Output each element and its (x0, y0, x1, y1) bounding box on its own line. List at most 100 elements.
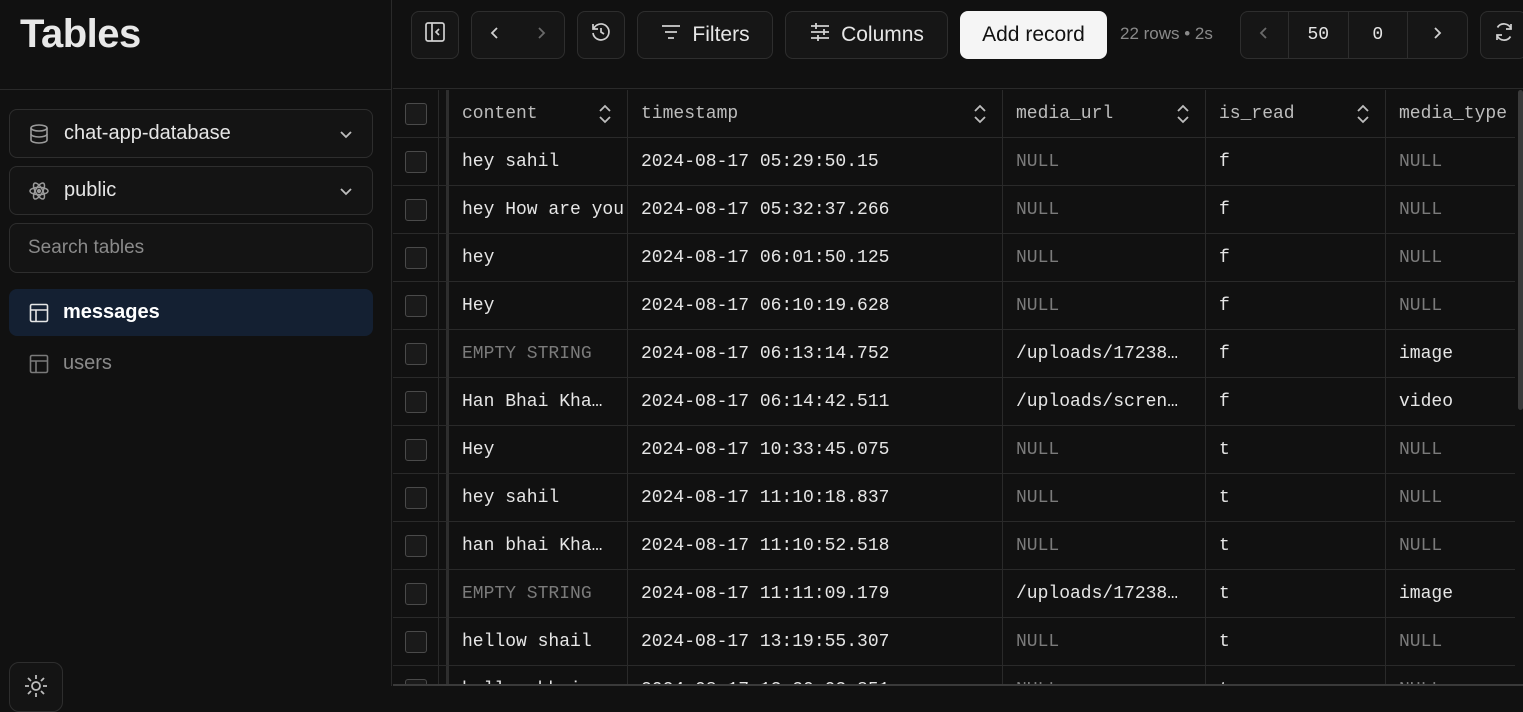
cell-content[interactable]: EMPTY STRING (449, 330, 628, 378)
cell-content[interactable]: hey (449, 234, 628, 282)
row-checkbox[interactable] (404, 342, 427, 365)
row-checkbox[interactable] (404, 534, 427, 557)
cell-media-type[interactable]: NULL (1386, 138, 1515, 186)
filters-button[interactable]: Filters (637, 11, 773, 59)
back-button[interactable] (472, 12, 519, 58)
cell-timestamp[interactable]: 2024-08-17 06:13:14.752 (628, 330, 1003, 378)
cell-is-read[interactable]: f (1206, 234, 1386, 282)
cell-is-read[interactable]: t (1206, 666, 1386, 686)
cell-media-type[interactable]: NULL (1386, 474, 1515, 522)
cell-timestamp[interactable]: 2024-08-17 11:11:09.179 (628, 570, 1003, 618)
cell-content[interactable]: Hey (449, 282, 628, 330)
row-checkbox[interactable] (404, 582, 427, 605)
row-checkbox[interactable] (404, 390, 427, 413)
cell-content[interactable]: hellow shail (449, 618, 628, 666)
cell-timestamp[interactable]: 2024-08-17 11:10:18.837 (628, 474, 1003, 522)
row-checkbox[interactable] (404, 198, 427, 221)
cell-media-url[interactable]: NULL (1003, 282, 1206, 330)
row-checkbox[interactable] (404, 294, 427, 317)
cell-is-read[interactable]: t (1206, 474, 1386, 522)
cell-media-type[interactable]: NULL (1386, 282, 1515, 330)
cell-is-read[interactable]: f (1206, 282, 1386, 330)
cell-media-type[interactable]: image (1386, 330, 1515, 378)
cell-media-url[interactable]: NULL (1003, 474, 1206, 522)
cell-content[interactable]: Han Bhai Kha… (449, 378, 628, 426)
cell-media-type[interactable]: NULL (1386, 522, 1515, 570)
forward-button[interactable] (519, 12, 565, 58)
cell-media-type[interactable]: video (1386, 378, 1515, 426)
cell-timestamp[interactable]: 2024-08-17 05:29:50.15 (628, 138, 1003, 186)
cell-media-url[interactable]: /uploads/17238… (1003, 330, 1206, 378)
cell-content[interactable]: hey How are you (449, 186, 628, 234)
cell-media-type[interactable]: NULL (1386, 426, 1515, 474)
cell-timestamp[interactable]: 2024-08-17 06:14:42.511 (628, 378, 1003, 426)
cell-media-type[interactable]: NULL (1386, 186, 1515, 234)
column-header-is-read[interactable]: is_read (1206, 90, 1386, 138)
cell-timestamp[interactable]: 2024-08-17 11:10:52.518 (628, 522, 1003, 570)
column-header-media-url[interactable]: media_url (1003, 90, 1206, 138)
cell-content[interactable]: hellow bhai (449, 666, 628, 686)
cell-media-type[interactable]: image (1386, 570, 1515, 618)
sort-icon[interactable] (972, 103, 988, 125)
cell-content[interactable]: Hey (449, 426, 628, 474)
cell-media-url[interactable]: /uploads/17238… (1003, 570, 1206, 618)
next-page-button[interactable] (1406, 12, 1467, 58)
cell-is-read[interactable]: t (1206, 426, 1386, 474)
cell-media-url[interactable]: NULL (1003, 186, 1206, 234)
vertical-scrollbar[interactable] (1518, 90, 1523, 410)
cell-media-type[interactable]: NULL (1386, 666, 1515, 687)
row-checkbox[interactable] (404, 150, 427, 173)
sort-icon[interactable] (597, 103, 613, 125)
settings-button[interactable] (9, 662, 63, 712)
sidebar-item-messages[interactable]: messages (9, 289, 373, 336)
cell-is-read[interactable]: f (1206, 378, 1386, 426)
sort-icon[interactable] (1175, 103, 1191, 125)
cell-media-url[interactable]: NULL (1003, 618, 1206, 666)
cell-is-read[interactable]: f (1206, 186, 1386, 234)
schema-select[interactable]: public (9, 166, 373, 215)
sort-icon[interactable] (1355, 103, 1371, 125)
cell-media-type[interactable]: NULL (1386, 234, 1515, 282)
cell-is-read[interactable]: t (1206, 522, 1386, 570)
row-checkbox[interactable] (404, 630, 427, 653)
cell-timestamp[interactable]: 2024-08-17 05:32:37.266 (628, 186, 1003, 234)
cell-content[interactable]: han bhai Kha… (449, 522, 628, 570)
cell-content[interactable]: hey sahil (449, 138, 628, 186)
cell-content[interactable]: hey sahil (449, 474, 628, 522)
cell-is-read[interactable]: t (1206, 618, 1386, 666)
cell-timestamp[interactable]: 2024-08-17 13:20:03.851 (628, 666, 1003, 686)
toggle-sidebar-button[interactable] (411, 11, 459, 59)
refresh-button[interactable] (1480, 11, 1523, 59)
cell-content[interactable]: EMPTY STRING (449, 570, 628, 618)
cell-media-type[interactable]: NULL (1386, 618, 1515, 666)
cell-timestamp[interactable]: 2024-08-17 13:19:55.307 (628, 618, 1003, 666)
history-button[interactable] (577, 11, 625, 59)
cell-media-url[interactable]: NULL (1003, 666, 1206, 686)
cell-timestamp[interactable]: 2024-08-17 06:01:50.125 (628, 234, 1003, 282)
add-record-button[interactable]: Add record (960, 11, 1107, 59)
cell-media-url[interactable]: NULL (1003, 426, 1206, 474)
cell-media-url[interactable]: NULL (1003, 522, 1206, 570)
cell-is-read[interactable]: f (1206, 138, 1386, 186)
prev-page-button[interactable] (1241, 12, 1288, 58)
row-checkbox[interactable] (404, 438, 427, 461)
search-tables-input[interactable] (10, 224, 372, 272)
row-checkbox[interactable] (404, 246, 427, 269)
database-select[interactable]: chat-app-database (9, 109, 373, 158)
cell-is-read[interactable]: t (1206, 570, 1386, 618)
limit-input[interactable]: 50 (1287, 12, 1348, 58)
cell-timestamp[interactable]: 2024-08-17 10:33:45.075 (628, 426, 1003, 474)
cell-is-read[interactable]: f (1206, 330, 1386, 378)
cell-media-url[interactable]: NULL (1003, 234, 1206, 282)
cell-media-url[interactable]: NULL (1003, 138, 1206, 186)
row-checkbox[interactable] (404, 486, 427, 509)
sidebar-item-users[interactable]: users (9, 340, 373, 387)
cell-timestamp[interactable]: 2024-08-17 06:10:19.628 (628, 282, 1003, 330)
column-header-content[interactable]: content (449, 90, 628, 138)
cell-media-url[interactable]: /uploads/scren… (1003, 378, 1206, 426)
offset-input[interactable]: 0 (1348, 12, 1406, 58)
columns-button[interactable]: Columns (785, 11, 948, 59)
select-all-checkbox[interactable] (404, 102, 427, 125)
column-header-media-type[interactable]: media_type (1386, 90, 1515, 138)
column-header-timestamp[interactable]: timestamp (628, 90, 1003, 138)
